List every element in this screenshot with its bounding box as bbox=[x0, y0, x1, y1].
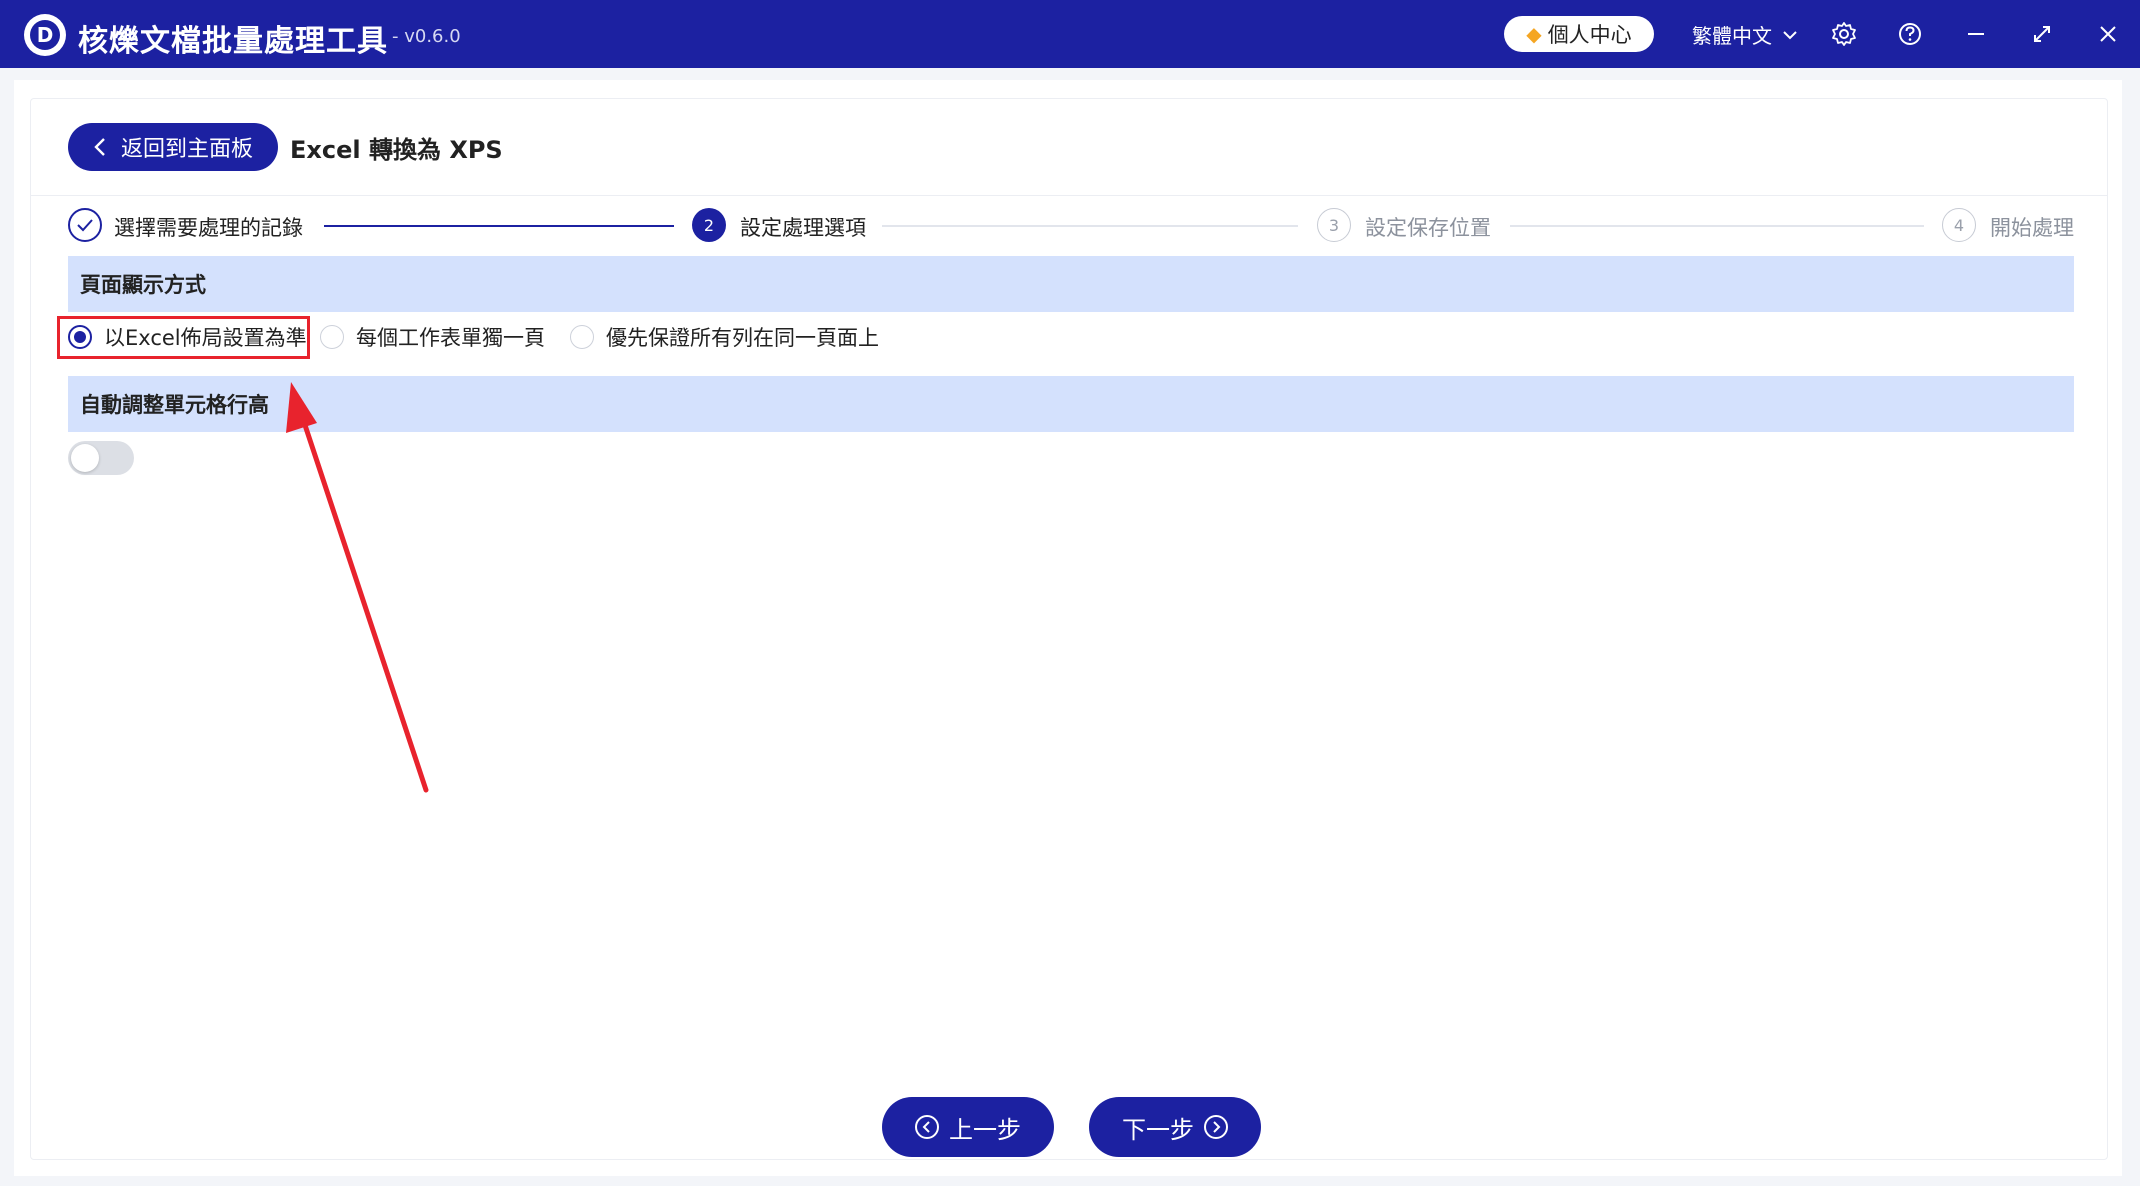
close-icon[interactable] bbox=[2092, 18, 2124, 50]
circle-chevron-left-icon bbox=[915, 1115, 939, 1139]
user-center-button[interactable]: ◆ 個人中心 bbox=[1504, 16, 1654, 52]
radio-sheet-per-page[interactable]: 每個工作表單獨一頁 bbox=[320, 322, 545, 352]
auto-row-height-section-header: 自動調整單元格行高 bbox=[68, 376, 2074, 432]
user-center-label: 個人中心 bbox=[1547, 23, 1632, 47]
maximize-icon[interactable] bbox=[2026, 18, 2058, 50]
prev-step-button[interactable]: 上一步 bbox=[882, 1097, 1054, 1157]
app-title: 核爍文檔批量處理工具 bbox=[78, 24, 388, 59]
circle-chevron-right-icon bbox=[1204, 1115, 1228, 1139]
gear-icon[interactable] bbox=[1828, 18, 1860, 50]
step-4-number: 4 bbox=[1942, 208, 1976, 242]
next-step-button[interactable]: 下一步 bbox=[1089, 1097, 1261, 1157]
auto-row-height-toggle[interactable] bbox=[68, 441, 134, 475]
prev-step-label: 上一步 bbox=[949, 1115, 1021, 1144]
step-2-number: 2 bbox=[692, 208, 726, 242]
help-icon[interactable] bbox=[1894, 18, 1926, 50]
chevron-down-icon bbox=[1783, 30, 1797, 39]
app-logo: D bbox=[24, 14, 66, 56]
step-1-check-icon bbox=[68, 208, 102, 242]
step-4-label: 開始處理 bbox=[1990, 216, 2074, 240]
annotation-highlight-box bbox=[57, 316, 310, 359]
main-panel bbox=[14, 80, 2122, 1176]
language-select[interactable]: 繁體中文 bbox=[1692, 20, 1798, 49]
step-connector-1 bbox=[324, 225, 674, 227]
step-connector-2 bbox=[882, 225, 1298, 227]
back-to-dashboard-button[interactable]: 返回到主面板 bbox=[68, 123, 278, 171]
step-3-number: 3 bbox=[1317, 208, 1351, 242]
title-bar: D 核爍文檔批量處理工具 - v0.6.0 ◆ 個人中心 繁體中文 bbox=[0, 0, 2140, 68]
app-version: - v0.6.0 bbox=[392, 26, 461, 47]
step-3-label: 設定保存位置 bbox=[1365, 216, 1491, 240]
radio-unchecked-icon bbox=[570, 325, 594, 349]
page-title: Excel 轉換為 XPS bbox=[290, 136, 503, 164]
radio-fit-columns-label: 優先保證所有列在同一頁面上 bbox=[606, 326, 879, 350]
page-display-section-header: 頁面顯示方式 bbox=[68, 256, 2074, 312]
auto-row-height-title: 自動調整單元格行高 bbox=[80, 393, 269, 417]
radio-unchecked-icon bbox=[320, 325, 344, 349]
header-divider bbox=[30, 195, 2108, 196]
page-display-title: 頁面顯示方式 bbox=[80, 273, 206, 297]
chevron-left-icon bbox=[94, 138, 105, 156]
step-2-label: 設定處理選項 bbox=[740, 216, 866, 240]
radio-fit-columns[interactable]: 優先保證所有列在同一頁面上 bbox=[570, 322, 879, 352]
language-label: 繁體中文 bbox=[1692, 24, 1772, 48]
diamond-icon: ◆ bbox=[1526, 22, 1542, 46]
minimize-icon[interactable] bbox=[1960, 18, 1992, 50]
step-connector-3 bbox=[1510, 225, 1924, 227]
radio-sheet-per-page-label: 每個工作表單獨一頁 bbox=[356, 326, 545, 350]
back-label: 返回到主面板 bbox=[120, 137, 253, 162]
step-1-label: 選擇需要處理的記錄 bbox=[114, 216, 303, 240]
app-logo-letter: D bbox=[30, 20, 60, 50]
toggle-knob bbox=[71, 444, 99, 472]
next-step-label: 下一步 bbox=[1122, 1115, 1194, 1144]
